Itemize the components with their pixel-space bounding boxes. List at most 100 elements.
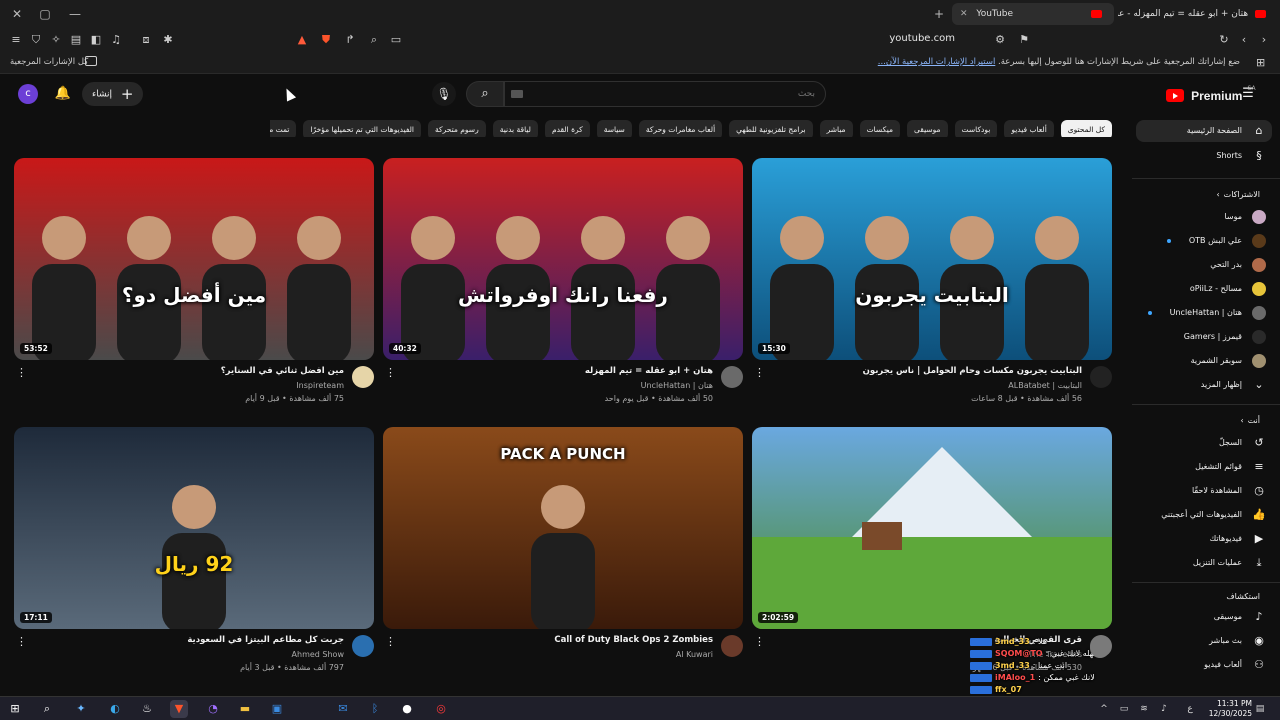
sidebar-item[interactable]: ≡ قوائم التشغيل: [1136, 456, 1272, 478]
window-minimize-icon[interactable]: —: [64, 4, 86, 24]
show-more-button[interactable]: ⌄ إظهار المزيد: [1136, 374, 1272, 396]
cast-icon[interactable]: ▭: [388, 32, 404, 48]
subscription-item[interactable]: علي البش OTB: [1136, 230, 1272, 252]
channel-avatar[interactable]: [352, 635, 374, 657]
window-close-icon[interactable]: ✕: [6, 4, 28, 24]
bookmark-icon[interactable]: ⚑: [1016, 32, 1032, 48]
sidebar-item[interactable]: ◷ المشاهدة لاحقًا: [1136, 480, 1272, 502]
brave-rewards-icon[interactable]: ▲: [294, 32, 310, 48]
video-card[interactable]: البتابيت يجربون 15:30 ⋮ البتابيت يجربون مكس…: [752, 158, 1112, 420]
sidebar-icon[interactable]: ◧: [88, 32, 104, 48]
notifications-bell-icon[interactable]: 🔔: [54, 85, 72, 103]
language-icon[interactable]: ع: [1184, 703, 1196, 715]
sidebar-item[interactable]: ◉ بث مباشر: [1136, 630, 1272, 652]
video-card[interactable]: 92 ريال 17:11 ⋮ جربت كل مطاعم البيتزا في ال…: [14, 427, 374, 689]
video-card[interactable]: رفعنا رانك اوفرواتش 40:32 ⋮ هتان + ابو عقله…: [383, 158, 743, 420]
shield-icon[interactable]: ⛉: [28, 32, 44, 48]
filter-chip[interactable]: كرة القدم: [544, 120, 590, 137]
video-thumbnail[interactable]: رفعنا رانك اوفرواتش 40:32: [383, 158, 743, 360]
account-avatar[interactable]: c: [18, 84, 38, 104]
window-maximize-icon[interactable]: ▢: [34, 4, 56, 24]
video-card[interactable]: PACK A PUNCH ⋮ Call of Duty Black Ops 2 Zo…: [383, 427, 743, 689]
sidebar-item[interactable]: § Shorts: [1136, 145, 1272, 167]
subscription-item[interactable]: مسالح - oPiiLz: [1136, 278, 1272, 300]
filter-chip[interactable]: بودكاست: [954, 120, 998, 137]
brave-icon[interactable]: ▼: [170, 700, 188, 718]
more-actions-icon[interactable]: ⋮: [385, 636, 396, 650]
channel-name[interactable]: البتابيت | ALBatabet: [772, 381, 1082, 390]
wifi-icon[interactable]: ≋: [1138, 703, 1150, 715]
keyboard-icon[interactable]: [511, 90, 523, 98]
filter-chip[interactable]: ألعاب مغامرات وحركة: [638, 120, 723, 137]
media-icon[interactable]: ♫: [108, 32, 124, 48]
brave-shields-icon[interactable]: ⛊: [318, 32, 334, 48]
site-settings-icon[interactable]: ⚙: [992, 32, 1008, 48]
video-title[interactable]: جربت كل مطاعم البيتزا في السعودية: [34, 635, 344, 645]
sidebar-item[interactable]: ⌂ الصفحة الرئيسية: [1136, 120, 1272, 142]
more-actions-icon[interactable]: ⋮: [16, 636, 27, 650]
video-card[interactable]: مين أفضل دو؟ 53:52 ⋮ مين افضل ثنائي في السن…: [14, 158, 374, 420]
discord-icon[interactable]: ◔: [204, 700, 222, 718]
filter-chip[interactable]: ألعاب فيديو: [1004, 120, 1054, 137]
subscription-item[interactable]: قيمرز | Gamers: [1136, 326, 1272, 348]
sidebar-item[interactable]: ♪ موسيقى: [1136, 606, 1272, 628]
video-thumbnail[interactable]: مين أفضل دو؟ 53:52: [14, 158, 374, 360]
network-icon[interactable]: ▭: [1118, 703, 1130, 715]
menu-icon[interactable]: ≡: [8, 32, 24, 48]
bluetooth-icon[interactable]: ᛒ: [366, 700, 384, 718]
video-thumbnail[interactable]: PACK A PUNCH: [383, 427, 743, 629]
channel-avatar[interactable]: [721, 635, 743, 657]
screenshot-icon[interactable]: ⧈: [138, 32, 154, 48]
video-title[interactable]: البتابيت يجربون مكسات وحام الحوامل | ناس…: [772, 366, 1082, 376]
reload-icon[interactable]: ↻: [1216, 32, 1232, 48]
sidebar-item[interactable]: 👍 الفيديوهات التي أعجبتني: [1136, 504, 1272, 526]
steam-icon[interactable]: ♨: [138, 700, 156, 718]
sidebar-item[interactable]: ⤓ عمليات التنزيل: [1136, 552, 1272, 574]
volume-icon[interactable]: ♪: [1158, 703, 1170, 715]
more-actions-icon[interactable]: ⋮: [754, 636, 765, 650]
filter-chip[interactable]: الفيديوهات التي تم تحميلها مؤخرًا: [303, 120, 422, 137]
sidebar-item[interactable]: ⚇ ألعاب فيديو: [1136, 654, 1272, 676]
video-title[interactable]: هتان + ابو عقله = تيم المهزله: [403, 366, 713, 376]
subscription-item[interactable]: بدر التحي: [1136, 254, 1272, 276]
extensions-icon[interactable]: ✱: [160, 32, 176, 48]
filter-chip[interactable]: لياقة بدنية: [492, 120, 538, 137]
wallet-icon[interactable]: ▤: [68, 32, 84, 48]
tray-arrow-icon[interactable]: ^: [1098, 703, 1110, 715]
github-icon[interactable]: ●: [398, 700, 416, 718]
video-title[interactable]: مين افضل ثنائي في السناير؟: [34, 366, 344, 376]
notification-icon[interactable]: ▤: [1254, 703, 1266, 715]
channel-name[interactable]: Ahmed Show: [34, 650, 344, 659]
subscription-item[interactable]: موسا: [1136, 206, 1272, 228]
subscription-item[interactable]: سوبقر الشمرية: [1136, 350, 1272, 372]
import-bookmarks-link[interactable]: استيراد الإشارات المرجعية الآن...: [878, 57, 996, 67]
search-input[interactable]: [504, 81, 826, 107]
more-actions-icon[interactable]: ⋮: [754, 367, 765, 381]
obs-icon[interactable]: ◎: [432, 700, 450, 718]
share-icon[interactable]: ↱: [342, 32, 358, 48]
tab-youtube[interactable]: ✕ YouTube: [952, 3, 1114, 25]
start-icon[interactable]: ⊞: [6, 700, 24, 718]
filter-chip[interactable]: تمت مشاهدتها: [270, 120, 297, 137]
channel-avatar[interactable]: [352, 366, 374, 388]
all-bookmarks-link[interactable]: كل الإشارات المرجعية: [10, 57, 88, 67]
puzzle-icon[interactable]: ✧: [48, 32, 64, 48]
video-thumbnail[interactable]: البتابيت يجربون 15:30: [752, 158, 1112, 360]
system-clock[interactable]: 11:31 PM 12/30/2025: [1209, 699, 1252, 719]
video-title[interactable]: Call of Duty Black Ops 2 Zombies: [403, 635, 713, 645]
back-icon[interactable]: ‹: [1236, 32, 1252, 48]
you-header[interactable]: أنت›: [1136, 416, 1272, 425]
sidebar-item[interactable]: ▶ فيديوهاتك: [1136, 528, 1272, 550]
filter-chip[interactable]: رسوم متحركة: [428, 120, 486, 137]
voice-search-icon[interactable]: 🎙: [432, 82, 456, 106]
channel-avatar[interactable]: [1090, 366, 1112, 388]
more-actions-icon[interactable]: ⋮: [16, 367, 27, 381]
channel-avatar[interactable]: [721, 366, 743, 388]
video-thumbnail[interactable]: 92 ريال 17:11: [14, 427, 374, 629]
filter-chip[interactable]: مباشر: [819, 120, 853, 137]
new-tab-icon[interactable]: +: [928, 4, 950, 24]
channel-name[interactable]: هتان | UncleHattan: [403, 381, 713, 390]
subscriptions-header[interactable]: الاشتراكات›: [1136, 190, 1272, 199]
channel-name[interactable]: Al Kuwari: [403, 650, 713, 659]
tab-hattan-video[interactable]: هتان + ابو عقله = تيم المهزله - عط: [1118, 3, 1278, 25]
